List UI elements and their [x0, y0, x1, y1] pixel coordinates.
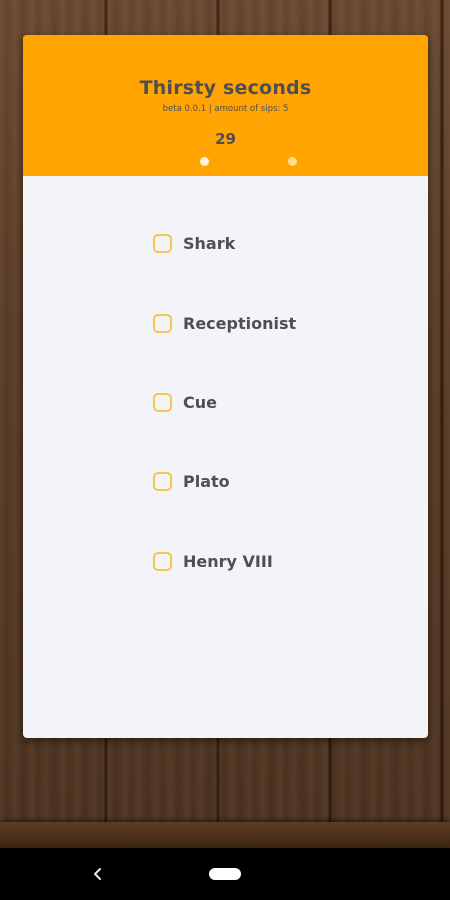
- wood-shelf: [0, 822, 450, 848]
- system-nav-bar: [0, 848, 450, 900]
- option-item[interactable]: Shark: [153, 230, 235, 256]
- checkbox[interactable]: [153, 392, 172, 412]
- progress-dot-right: [288, 157, 297, 166]
- option-item[interactable]: Plato: [153, 468, 230, 494]
- home-pill-icon[interactable]: [209, 868, 241, 880]
- game-card: Thirsty seconds beta 0.0.1 | amount of s…: [23, 35, 428, 738]
- option-label: Cue: [183, 392, 217, 412]
- option-item[interactable]: Receptionist: [153, 310, 296, 336]
- progress-dot-left: [200, 157, 209, 166]
- checkbox[interactable]: [153, 233, 172, 253]
- option-label: Henry VIII: [183, 551, 273, 571]
- screen: Thirsty seconds beta 0.0.1 | amount of s…: [0, 0, 450, 900]
- checkbox[interactable]: [153, 471, 172, 491]
- checkbox[interactable]: [153, 551, 172, 571]
- checkbox[interactable]: [153, 313, 172, 333]
- option-item[interactable]: Cue: [153, 389, 217, 415]
- countdown-timer: 29: [215, 130, 236, 148]
- option-label: Plato: [183, 471, 230, 491]
- card-header: Thirsty seconds beta 0.0.1 | amount of s…: [23, 35, 428, 176]
- option-item[interactable]: Henry VIII: [153, 548, 273, 574]
- option-label: Receptionist: [183, 313, 297, 333]
- app-title: Thirsty seconds: [139, 77, 312, 99]
- app-subtitle: beta 0.0.1 | amount of sips: 5: [162, 104, 289, 114]
- options-list: Shark Receptionist Cue Plato Henry VIII: [23, 176, 428, 738]
- back-chevron-icon[interactable]: [88, 864, 108, 884]
- option-label: Shark: [183, 233, 236, 253]
